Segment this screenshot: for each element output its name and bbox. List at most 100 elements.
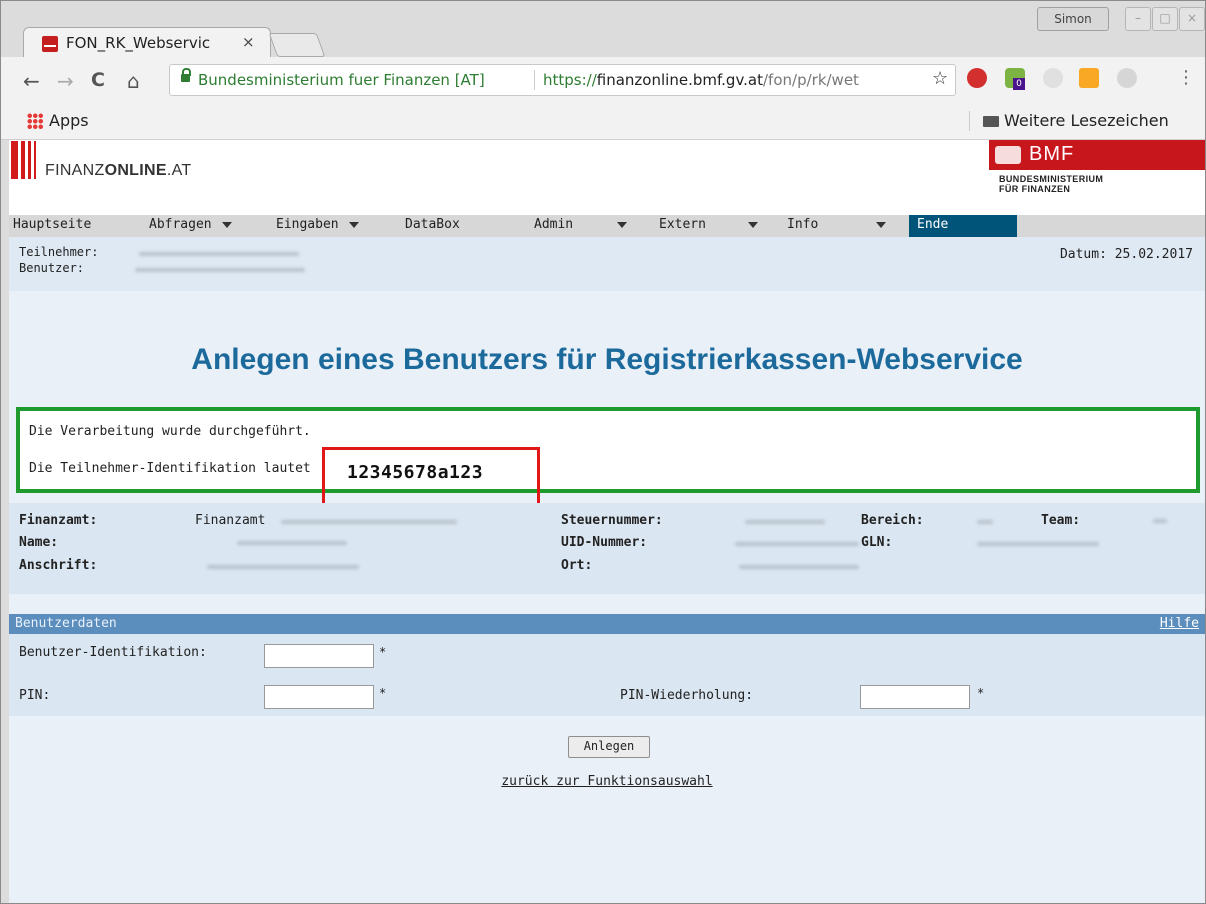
url-path: /fon/p/rk/wet	[763, 71, 859, 89]
browser-window: FON_RK_Webservic × Simon – □ × ← → C ⌂ B…	[0, 0, 1206, 904]
pin-repeat-input[interactable]	[860, 685, 970, 709]
bookmark-star-icon[interactable]: ☆	[932, 68, 948, 89]
benutzerdaten-header: Benutzerdaten Hilfe	[9, 614, 1205, 634]
benutzer-id-input[interactable]	[264, 644, 374, 668]
menu-hauptseite[interactable]: Hauptseite	[13, 215, 91, 237]
content-area	[9, 291, 1205, 903]
reload-icon[interactable]: C	[91, 69, 105, 91]
extension-icon[interactable]	[1043, 68, 1063, 88]
finanzonline-logo-icon	[11, 141, 37, 179]
bmf-subtitle-line2: FÜR FINANZEN	[999, 184, 1071, 194]
redacted-teilnehmer	[139, 252, 299, 256]
redacted-bereich	[977, 520, 993, 524]
main-menu: Hauptseite Abfragen Eingaben DataBox Adm…	[9, 215, 1205, 237]
menu-ende[interactable]: Ende	[909, 215, 1017, 237]
menu-info[interactable]: Info	[787, 215, 887, 237]
dropdown-arrow-icon	[617, 221, 628, 228]
ort-label: Ort:	[561, 558, 593, 573]
url-host: finanzonline.bmf.gv.at	[596, 71, 763, 89]
menu-label: Extern	[659, 217, 706, 232]
anschrift-label: Anschrift:	[19, 558, 98, 573]
redacted-finanzamt	[281, 520, 457, 524]
redacted-anschrift	[207, 565, 359, 569]
bmf-subtitle: BUNDESMINISTERIUM FÜR FINANZEN	[999, 174, 1103, 194]
steuernummer-label: Steuernummer:	[561, 513, 663, 528]
chart-extension-icon[interactable]	[1079, 68, 1099, 88]
redacted-ort	[739, 565, 859, 569]
current-date: Datum: 25.02.2017	[1059, 247, 1193, 262]
profile-button[interactable]: Simon	[1037, 7, 1109, 31]
required-marker: *	[379, 686, 387, 700]
bmf-subtitle-line1: BUNDESMINISTERIUM	[999, 174, 1104, 184]
pin-label: PIN:	[19, 688, 51, 703]
extension-icon-2[interactable]	[1117, 68, 1137, 88]
menu-label: Eingaben	[276, 217, 339, 232]
benutzer-id-label: Benutzer-Identifikation:	[19, 645, 207, 660]
dropdown-arrow-icon	[747, 221, 758, 228]
brand-bold: ONLINE	[104, 162, 167, 179]
back-arrow-icon[interactable]: ←	[23, 69, 40, 93]
pin-input[interactable]	[264, 685, 374, 709]
help-link[interactable]: Hilfe	[1160, 616, 1199, 631]
browser-tab[interactable]: FON_RK_Webservic ×	[23, 27, 271, 58]
teilnehmer-id-highlight: 12345678a123	[322, 447, 540, 509]
required-marker: *	[977, 686, 985, 700]
redacted-benutzer	[135, 268, 305, 272]
dropdown-arrow-icon	[221, 221, 232, 228]
menu-extern[interactable]: Extern	[659, 215, 758, 237]
tab-close-icon[interactable]: ×	[242, 33, 255, 51]
success-message-box: Die Verarbeitung wurde durchgeführt. Die…	[16, 407, 1200, 509]
menu-admin[interactable]: Admin	[534, 215, 628, 237]
folder-icon	[983, 116, 999, 127]
redacted-name	[237, 541, 347, 545]
gln-label: GLN:	[861, 535, 893, 550]
close-window-button[interactable]: ×	[1179, 7, 1205, 31]
dropdown-arrow-icon	[348, 221, 359, 228]
bookmark-apps[interactable]: Apps	[49, 111, 89, 130]
address-divider	[534, 70, 535, 90]
name-label: Name:	[19, 535, 59, 550]
menu-label: DataBox	[405, 217, 460, 232]
browser-toolbar: ← → C ⌂ Bundesministerium fuer Finanzen …	[1, 57, 1205, 103]
tab-title: FON_RK_Webservic	[66, 34, 211, 52]
finanzamt-value: Finanzamt	[195, 513, 266, 528]
tab-strip: FON_RK_Webservic × Simon – □ ×	[1, 1, 1205, 58]
brand-suffix: .AT	[166, 162, 192, 179]
teilnehmer-label: Teilnehmer:	[19, 245, 99, 259]
bookmarks-divider	[969, 111, 970, 131]
address-bar[interactable]: Bundesministerium fuer Finanzen [AT] htt…	[169, 64, 956, 96]
browser-menu-icon[interactable]: ⋮	[1177, 67, 1195, 88]
bookmark-other-folder[interactable]: Weitere Lesezeichen	[1004, 111, 1169, 130]
eagle-emblem-icon	[995, 146, 1021, 164]
menu-eingaben[interactable]: Eingaben	[276, 215, 359, 237]
security-indicator[interactable]: Bundesministerium fuer Finanzen [AT]	[198, 71, 485, 89]
apps-grid-icon[interactable]	[27, 113, 43, 129]
adblock-icon[interactable]	[967, 68, 987, 88]
page-title: Anlegen eines Benutzers für Registrierka…	[191, 343, 1023, 376]
menu-abfragen[interactable]: Abfragen	[149, 215, 232, 237]
lock-icon	[181, 68, 191, 82]
url-text[interactable]: https://finanzonline.bmf.gv.at/fon/p/rk/…	[543, 71, 925, 89]
home-icon[interactable]: ⌂	[127, 69, 140, 93]
brand-prefix: FINANZ	[45, 162, 105, 179]
finanzamt-label: Finanzamt:	[19, 513, 98, 528]
required-marker: *	[379, 645, 387, 659]
extension-badge: 0	[1013, 78, 1025, 90]
anlegen-button[interactable]: Anlegen	[568, 736, 650, 758]
redacted-uid	[735, 542, 859, 546]
menu-databox[interactable]: DataBox	[405, 215, 460, 237]
menu-label: Info	[787, 217, 819, 232]
minimize-button[interactable]: –	[1125, 7, 1151, 31]
bereich-label: Bereich:	[861, 513, 924, 528]
forward-arrow-icon[interactable]: →	[57, 69, 74, 93]
back-link-text[interactable]: zurück zur Funktionsauswahl	[501, 774, 712, 789]
web-page: FINANZONLINE.AT BMF BUNDESMINISTERIUM FÜR…	[9, 140, 1205, 903]
menu-label: Abfragen	[149, 217, 212, 232]
benutzerdaten-title: Benutzerdaten	[15, 616, 117, 631]
ghostery-icon[interactable]: 0	[1005, 68, 1025, 90]
maximize-button[interactable]: □	[1152, 7, 1178, 31]
new-tab-button[interactable]	[268, 33, 326, 57]
redacted-team	[1153, 519, 1167, 523]
finanzonline-brand[interactable]: FINANZONLINE.AT	[45, 162, 191, 180]
pin-repeat-label: PIN-Wiederholung:	[620, 688, 754, 703]
